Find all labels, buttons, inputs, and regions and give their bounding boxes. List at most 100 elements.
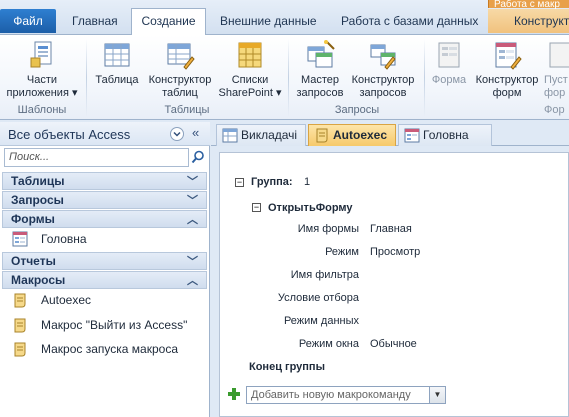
chevron-double-up-icon: ︿ xyxy=(187,275,198,287)
blank-form-label: Пуст фор xyxy=(544,74,568,99)
application-parts-button[interactable]: Части приложения ▾ xyxy=(4,39,80,100)
group-templates-label: Шаблоны xyxy=(17,104,67,116)
chevron-down-icon[interactable] xyxy=(170,127,184,141)
chevron-double-down-icon: ﹀ xyxy=(187,176,198,188)
query-wizard-icon xyxy=(307,40,335,68)
ribbon-separator xyxy=(424,39,425,117)
ribbon-border xyxy=(0,119,569,120)
query-wizard-label: Мастер запросов xyxy=(296,74,344,99)
nav-category-label: Формы xyxy=(11,212,55,226)
doc-tab-label: Викладачі xyxy=(241,128,298,142)
search-icon[interactable] xyxy=(191,150,205,164)
form-icon xyxy=(438,42,460,68)
table-label: Таблица xyxy=(95,74,139,86)
table-object-icon xyxy=(222,128,238,143)
navigation-pane-header[interactable]: Все объекты Access « xyxy=(0,122,210,146)
document-tab-bar: Викладачі Autoexec Головна xyxy=(211,122,569,146)
table-designer-label: Конструктор таблиц xyxy=(148,74,212,99)
table-designer-icon xyxy=(167,43,195,70)
group-forms-label: Фор xyxy=(544,104,565,116)
navigation-pane: Все объекты Access « Поиск... Таблицы ﹀ … xyxy=(0,122,210,417)
nav-category-label: Запросы xyxy=(11,193,64,207)
tab-macro-design[interactable]: Конструкт xyxy=(488,9,569,33)
macro-scroll-icon xyxy=(14,342,26,357)
group-queries-label: Запросы xyxy=(334,104,380,116)
doc-tab-form[interactable]: Головна xyxy=(398,124,492,146)
collapse-action-icon[interactable]: − xyxy=(252,203,261,212)
search-input[interactable]: Поиск... xyxy=(4,148,189,167)
param-label: Режим окна xyxy=(298,338,359,350)
form-object-icon xyxy=(12,231,28,247)
group-label: Группа: xyxy=(251,176,293,188)
form-designer-label: Конструктор форм xyxy=(475,74,539,99)
add-action-select[interactable]: Добавить новую макрокоманду xyxy=(246,386,446,404)
nav-item-macro[interactable]: Autoexec xyxy=(12,290,202,310)
form-designer-button[interactable]: Конструктор форм xyxy=(470,39,544,100)
doc-tab-label: Autoexec xyxy=(333,128,388,142)
navigation-pane-title: Все объекты Access xyxy=(8,127,131,142)
macro-action-name[interactable]: ОткрытьФорму xyxy=(268,202,353,214)
nav-category-queries[interactable]: Запросы ﹀ xyxy=(2,191,207,209)
blank-form-button[interactable]: Пуст фор xyxy=(544,39,569,100)
sharepoint-lists-label: Списки SharePoint ▾ xyxy=(218,74,282,99)
query-wizard-button[interactable]: Мастер запросов xyxy=(294,39,346,100)
nav-item-label: Головна xyxy=(41,232,87,246)
table-icon xyxy=(104,43,130,67)
form-label: Форма xyxy=(431,74,467,86)
doc-tab-label: Головна xyxy=(423,128,469,142)
param-label: Условие отбора xyxy=(277,292,359,304)
table-designer-button[interactable]: Конструктор таблиц xyxy=(142,39,218,100)
form-object-icon xyxy=(404,128,420,143)
nav-category-tables[interactable]: Таблицы ﹀ xyxy=(2,172,207,190)
nav-category-label: Макросы xyxy=(11,273,66,287)
macro-scroll-icon xyxy=(14,318,26,333)
sharepoint-lists-icon xyxy=(238,42,262,68)
nav-item-form[interactable]: Головна xyxy=(12,229,202,249)
group-name-value[interactable]: 1 xyxy=(304,176,310,188)
param-label: Имя фильтра xyxy=(290,269,359,281)
nav-item-macro[interactable]: Макрос запуска макроса xyxy=(12,339,202,359)
blank-form-icon xyxy=(549,42,569,68)
add-action-plus-icon[interactable] xyxy=(227,387,241,401)
param-value[interactable]: Главная xyxy=(370,223,412,235)
tab-database-tools[interactable]: Работа с базами данных xyxy=(341,9,478,33)
query-designer-icon xyxy=(370,44,396,70)
chevron-double-up-icon: ︿ xyxy=(187,214,198,226)
tab-file[interactable]: Файл xyxy=(0,9,56,33)
macro-editor xyxy=(219,152,569,417)
nav-category-label: Отчеты xyxy=(11,254,56,268)
chevron-double-down-icon: ﹀ xyxy=(187,195,198,207)
nav-category-macros[interactable]: Макросы ︿ xyxy=(2,271,207,289)
tab-external-data[interactable]: Внешние данные xyxy=(220,9,317,33)
end-group-label: Конец группы xyxy=(249,361,325,373)
tab-create[interactable]: Создание xyxy=(131,8,206,35)
tab-home[interactable]: Главная xyxy=(72,9,118,33)
ribbon-tab-bar: Работа с макр Файл Главная Создание Внеш… xyxy=(0,0,569,35)
form-designer-icon xyxy=(495,42,522,70)
param-value[interactable]: Обычное xyxy=(370,338,417,350)
nav-item-label: Макрос запуска макроса xyxy=(41,342,178,356)
collapse-pane-icon[interactable]: « xyxy=(192,125,199,140)
chevron-double-down-icon: ﹀ xyxy=(187,256,198,268)
param-label: Режим данных xyxy=(283,315,359,327)
query-designer-button[interactable]: Конструктор запросов xyxy=(346,39,420,100)
macro-scroll-icon xyxy=(316,128,328,143)
ribbon: Части приложения ▾ Шаблоны Таблица Конст… xyxy=(0,34,569,120)
dropdown-arrow-icon[interactable]: ▼ xyxy=(429,387,445,403)
doc-tab-macro-active[interactable]: Autoexec xyxy=(308,124,396,146)
nav-category-reports[interactable]: Отчеты ﹀ xyxy=(2,252,207,270)
macro-scroll-icon xyxy=(14,293,26,308)
doc-tab-table[interactable]: Викладачі xyxy=(216,124,306,146)
nav-category-forms[interactable]: Формы ︿ xyxy=(2,210,207,228)
collapse-group-icon[interactable]: − xyxy=(235,178,244,187)
ribbon-separator xyxy=(288,39,289,117)
sharepoint-lists-button[interactable]: Списки SharePoint ▾ xyxy=(218,39,282,100)
nav-item-label: Autoexec xyxy=(41,293,92,307)
param-label: Имя формы xyxy=(297,223,359,235)
table-button[interactable]: Таблица xyxy=(92,39,142,87)
nav-category-label: Таблицы xyxy=(11,174,65,188)
param-value[interactable]: Просмотр xyxy=(370,246,420,258)
form-button[interactable]: Форма xyxy=(428,39,470,87)
query-designer-label: Конструктор запросов xyxy=(351,74,415,99)
nav-item-macro[interactable]: Макрос "Выйти из Access" xyxy=(12,315,202,335)
